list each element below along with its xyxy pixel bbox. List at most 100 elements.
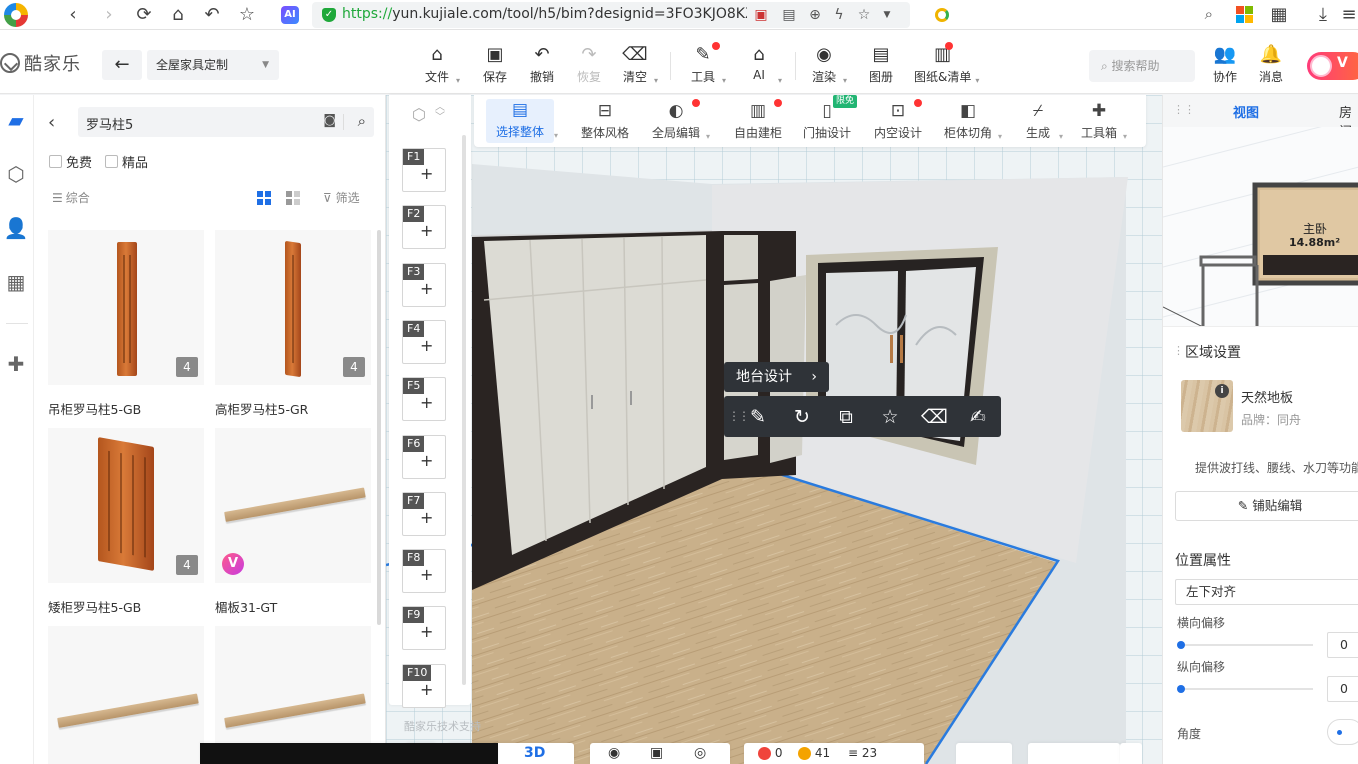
vip-avatar-button[interactable]: V — [1307, 52, 1358, 80]
sort-dropdown[interactable]: ☰ 综合 — [52, 189, 90, 206]
angle-dial[interactable] — [1327, 719, 1358, 745]
history-undo-icon[interactable]: ↶ — [201, 4, 223, 26]
v-offset-input[interactable]: 0 — [1327, 676, 1358, 702]
checkbox-box[interactable] — [105, 155, 118, 168]
add-icon[interactable]: + — [420, 451, 433, 470]
eraser-icon[interactable]: ⌫ — [921, 404, 948, 430]
product-card[interactable]: 4 吊柜罗马柱5-GB — [48, 230, 204, 418]
search-icon[interactable]: ⌕ — [358, 112, 366, 130]
floor-tile-f10[interactable]: F10 + — [402, 663, 446, 708]
browser-search-box[interactable]: ⌕ — [925, 2, 1221, 28]
product-card[interactable]: 4 矮柜罗马柱5-GB — [48, 428, 204, 616]
floor-scrollbar[interactable] — [462, 135, 466, 685]
screenshot-controls[interactable] — [1028, 743, 1120, 764]
menu-icon[interactable]: ≡ — [1338, 4, 1358, 26]
clear-button[interactable]: ⌫ 清空 ▾ — [620, 44, 658, 85]
material-thumbnail[interactable]: i — [1181, 380, 1233, 432]
back-button[interactable]: ← — [102, 50, 142, 80]
brand-logo[interactable]: 酷家乐 — [0, 52, 81, 75]
redo-button[interactable]: ↷ 恢复 — [574, 44, 604, 85]
chevron-left-icon[interactable]: ‹ — [48, 112, 55, 133]
address-bar[interactable]: ✓ https://yun.kujiale.com/tool/h5/bim?de… — [312, 2, 910, 28]
reader-icon[interactable]: ▦ — [1268, 4, 1290, 26]
filter-button[interactable]: ⊽ 筛选 — [323, 189, 360, 206]
help-search-input[interactable]: ⌕ 搜索帮助 — [1089, 50, 1195, 82]
duplicate-icon[interactable]: ⧉ — [833, 404, 859, 430]
zoom-icon[interactable]: ⊕ — [806, 6, 824, 24]
ai-assistant-icon[interactable]: AI — [281, 6, 299, 24]
toolbox-tool[interactable]: ✚ 工具箱 ▾ — [1081, 100, 1127, 141]
compass-icon[interactable]: ◎ — [694, 745, 706, 761]
reload-icon[interactable]: ⟳ — [133, 4, 155, 26]
premium-checkbox[interactable]: 精品 — [105, 152, 148, 171]
apps-grid-icon[interactable] — [1236, 6, 1253, 23]
drawings-list-button[interactable]: ▥ 图纸&清单 ▾ — [914, 42, 979, 85]
chevron-updown-icon[interactable]: ︿ ﹀ — [435, 103, 445, 123]
user-icon[interactable]: 👤 — [3, 215, 29, 241]
toggle-switch[interactable] — [956, 743, 1012, 764]
favorite-star-icon[interactable]: ☆ — [855, 6, 873, 24]
puzzle-icon[interactable]: ✚ — [3, 351, 29, 377]
pencil-icon[interactable]: ✎ — [745, 404, 771, 430]
download-icon[interactable]: ⤓ — [1312, 4, 1334, 26]
list-view-icon[interactable] — [286, 191, 300, 205]
bookmark-star-icon[interactable]: ☆ — [236, 4, 258, 26]
floorplan-minimap[interactable]: 主卧 14.88m² — [1163, 127, 1358, 327]
product-card[interactable]: V 楣板31-GT — [215, 428, 371, 616]
inner-design-tool[interactable]: ⊡ 内空设计 — [874, 99, 923, 141]
vip-shield-icon[interactable]: ⬡ — [3, 161, 29, 187]
cube-icon[interactable]: ⬡ — [412, 105, 426, 124]
chevron-down-icon[interactable]: ▼ — [878, 6, 896, 24]
catalog-box-icon[interactable]: ▰ — [3, 107, 29, 133]
catalog-scrollbar[interactable] — [377, 230, 381, 625]
floor-tile-f3[interactable]: F3 + — [402, 262, 446, 307]
add-icon[interactable]: + — [420, 221, 433, 240]
add-icon[interactable]: + — [420, 508, 433, 527]
floor-tile-f8[interactable]: F8 + — [402, 549, 446, 594]
add-icon[interactable]: + — [420, 164, 433, 183]
catalog-search-input[interactable]: 罗马柱5 ◙ ⌕ — [78, 107, 374, 137]
grid-view-icon[interactable] — [257, 191, 271, 205]
select-all-tool[interactable]: ▤ 选择整体 ▾ — [486, 99, 558, 143]
gallery-button[interactable]: ▤ 图册 — [866, 44, 896, 85]
clipboard-icon[interactable]: ▤ — [780, 6, 798, 24]
info-icon[interactable]: i — [1215, 384, 1229, 398]
floor-tile-f9[interactable]: F9 + — [402, 606, 446, 651]
style-tool[interactable]: ⊟ 整体风格 — [581, 100, 629, 141]
align-select[interactable]: 左下对齐 — [1175, 579, 1358, 605]
corner-cut-tool[interactable]: ◧ 柜体切角 ▾ — [944, 100, 1002, 141]
home-icon[interactable]: ⌂ — [167, 4, 189, 26]
floor-tile-f7[interactable]: F7 + — [402, 491, 446, 536]
ai-button[interactable]: ⌂ AI ▾ — [744, 44, 782, 85]
generate-tool[interactable]: ⌿ 生成 ▾ — [1023, 100, 1063, 141]
door-drawer-tool[interactable]: ▯ 门抽设计 限免 — [803, 95, 858, 141]
platform-design-button[interactable]: 地台设计 › — [724, 362, 829, 392]
drag-grip-icon[interactable]: ⋮⋮ — [1173, 103, 1195, 116]
v-offset-slider[interactable] — [1177, 685, 1313, 693]
mode-select[interactable]: 全屋家具定制 ▼ — [147, 50, 279, 80]
lightning-icon[interactable]: ϟ — [830, 6, 848, 24]
star-icon[interactable]: ☆ — [877, 404, 903, 430]
messages-button[interactable]: 🔔 消息 — [1256, 44, 1286, 85]
h-offset-input[interactable]: 0 — [1327, 632, 1358, 658]
product-card[interactable]: 4 高柜罗马柱5-GR — [215, 230, 371, 418]
floor-tile-f5[interactable]: F5 + — [402, 377, 446, 422]
add-icon[interactable]: + — [420, 680, 433, 699]
checkbox-box[interactable] — [49, 155, 62, 168]
location-pin-icon[interactable]: ◉ — [608, 745, 620, 761]
rotate-icon[interactable]: ↻ — [789, 404, 815, 430]
free-cabinet-tool[interactable]: ▥ 自由建柜 — [734, 99, 783, 141]
add-icon[interactable]: + — [420, 336, 433, 355]
add-icon[interactable]: + — [420, 622, 433, 641]
floor-tile-f4[interactable]: F4 + — [402, 319, 446, 364]
global-edit-tool[interactable]: ◐ 全局编辑 ▾ — [652, 99, 710, 141]
tab-view[interactable]: 视图 — [1233, 102, 1259, 121]
camera-search-icon[interactable]: ◙ — [323, 113, 336, 128]
render-button[interactable]: ◉ 渲染 ▾ — [809, 44, 847, 85]
floor-tile-f6[interactable]: F6 + — [402, 434, 446, 479]
status-counters[interactable]: 0 41 ≡ 23 — [744, 743, 924, 764]
free-checkbox[interactable]: 免费 — [49, 152, 92, 171]
cabinet-icon[interactable]: ▦ — [3, 269, 29, 295]
add-icon[interactable]: + — [420, 393, 433, 412]
tile-edit-button[interactable]: ✎ 铺贴编辑 — [1175, 491, 1358, 521]
